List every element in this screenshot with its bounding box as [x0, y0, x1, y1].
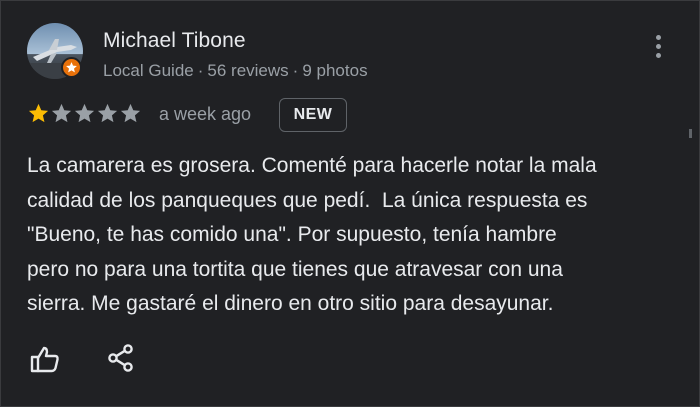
review-text: La camarera es grosera. Comenté para hac…: [27, 149, 687, 322]
review-text-line: La camarera es grosera. Comenté para hac…: [27, 154, 597, 177]
review-text-line: pero no para una tortita que tienes que …: [27, 257, 563, 281]
scrollbar-indicator[interactable]: [689, 129, 692, 138]
reviewer-meta: Local Guide · 56 reviews · 9 photos: [103, 61, 368, 81]
star-empty-icon: [120, 103, 141, 123]
star-empty-icon: [97, 103, 118, 123]
thumbs-up-icon[interactable]: [29, 343, 61, 375]
star-rating: [27, 102, 142, 126]
meta-separator: ·: [197, 61, 204, 80]
review-text-line: "Bueno, te has comido una". Por supuesto…: [27, 223, 557, 246]
reviewer-name[interactable]: Michael Tibone: [103, 29, 246, 53]
share-icon[interactable]: [106, 343, 136, 373]
star-empty-icon: [74, 103, 95, 123]
photo-count: 9 photos: [302, 61, 368, 80]
star-empty-icon: [51, 103, 72, 123]
review-text-line: sierra. Me gastaré el dinero en otro sit…: [27, 292, 554, 315]
local-guide-star-icon: [61, 57, 82, 78]
meta-separator: ·: [292, 61, 299, 80]
star-filled-icon: [28, 103, 49, 123]
review-card: Michael Tibone Local Guide · 56 reviews · 9 …: [0, 0, 700, 407]
new-badge: NEW: [279, 98, 347, 132]
more-vert-icon[interactable]: [648, 31, 670, 63]
review-time: a week ago: [159, 104, 252, 124]
local-guide-label: Local Guide: [103, 61, 194, 80]
review-text-line: calidad de los panqueques que pedí. La ú…: [27, 188, 588, 212]
review-count: 56 reviews: [207, 61, 289, 80]
